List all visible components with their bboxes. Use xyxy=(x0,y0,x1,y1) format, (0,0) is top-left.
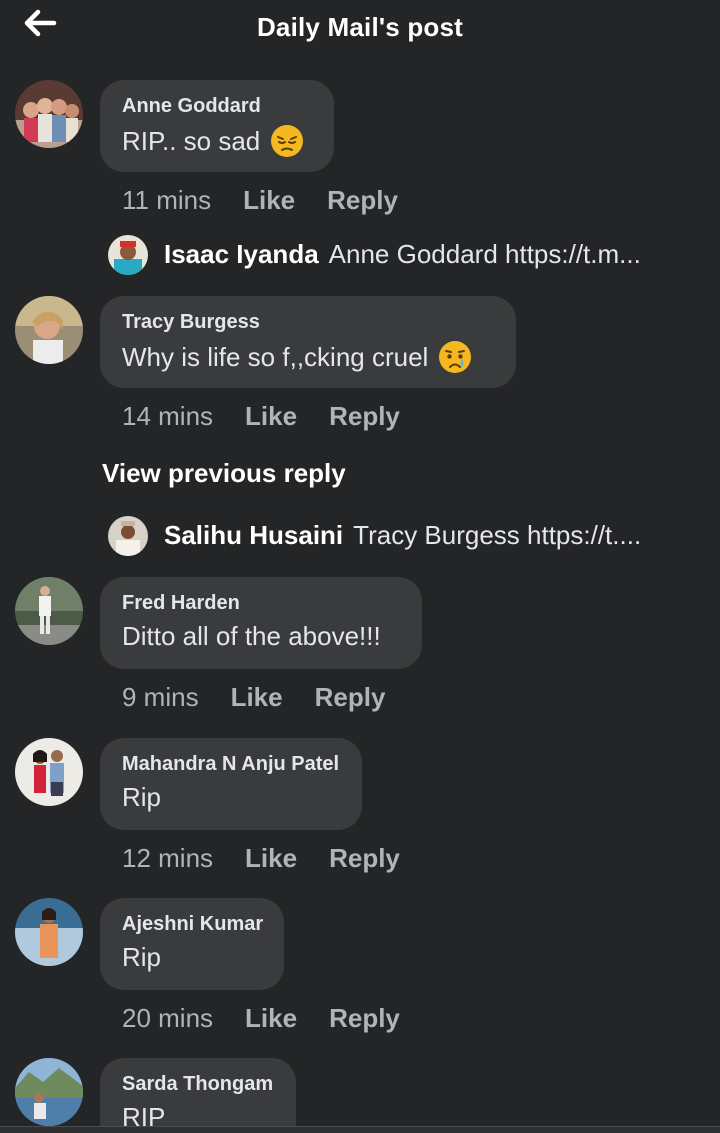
comments-screen: Daily Mail's post Anne Goddard RIP.. so … xyxy=(0,0,720,1133)
reply-preview-text: Isaac Iyanda Anne Goddard https://t.m... xyxy=(164,239,641,270)
comment-text: Rip xyxy=(122,942,262,973)
comment-text: Rip xyxy=(122,782,340,813)
top-bar: Daily Mail's post xyxy=(0,0,720,56)
avatar[interactable] xyxy=(15,296,83,364)
like-button[interactable]: Like xyxy=(243,185,295,216)
avatar[interactable] xyxy=(108,235,148,275)
comment-bubble[interactable]: Anne Goddard RIP.. so sad xyxy=(100,80,334,172)
comment-text: RIP.. so sad xyxy=(122,124,312,158)
comment-author[interactable]: Anne Goddard xyxy=(122,95,312,118)
reply-author[interactable]: Isaac Iyanda xyxy=(164,239,319,269)
bottom-edge xyxy=(0,1126,720,1133)
reply-button[interactable]: Reply xyxy=(329,843,400,874)
comment-text: Ditto all of the above!!! xyxy=(122,621,400,652)
crying-face-emoji-icon xyxy=(438,340,472,374)
comment-time: 9 mins xyxy=(122,681,199,712)
like-button[interactable]: Like xyxy=(231,682,283,713)
reply-author[interactable]: Salihu Husaini xyxy=(164,520,343,550)
reply-preview[interactable]: Isaac Iyanda Anne Goddard https://t.m... xyxy=(108,235,708,275)
comment-bubble[interactable]: Fred Harden Ditto all of the above!!! xyxy=(100,577,422,669)
like-button[interactable]: Like xyxy=(245,401,297,432)
avatar[interactable] xyxy=(108,516,148,556)
comment-text-content: Ditto all of the above!!! xyxy=(122,621,381,651)
comment-bubble[interactable]: Tracy Burgess Why is life so f,,cking cr… xyxy=(100,296,516,388)
comment-author[interactable]: Sarda Thongam xyxy=(122,1073,274,1096)
reply-preview[interactable]: Salihu Husaini Tracy Burgess https://t...… xyxy=(108,516,708,556)
comment-text-content: Rip xyxy=(122,782,162,812)
reply-button[interactable]: Reply xyxy=(329,401,400,432)
comment-actions: 12 mins Like Reply xyxy=(122,840,400,876)
comment-time: 12 mins xyxy=(122,842,214,873)
reply-button[interactable]: Reply xyxy=(315,682,386,713)
like-button[interactable]: Like xyxy=(245,1003,297,1034)
comment-actions: 20 mins Like Reply xyxy=(122,1000,400,1036)
avatar[interactable] xyxy=(15,898,83,966)
comment-author[interactable]: Ajeshni Kumar xyxy=(122,913,263,936)
comment-bubble[interactable]: Sarda Thongam RIP xyxy=(100,1058,296,1133)
avatar[interactable] xyxy=(15,577,83,645)
avatar[interactable] xyxy=(15,80,83,148)
comment-text-content: Why is life so f,,cking cruel xyxy=(122,341,429,372)
comment-text-content: Rip xyxy=(122,942,162,972)
like-button[interactable]: Like xyxy=(245,843,297,874)
comment-bubble[interactable]: Ajeshni Kumar Rip xyxy=(100,898,284,990)
reply-snippet: Anne Goddard https://t.m... xyxy=(328,239,641,269)
view-previous-reply-link[interactable]: View previous reply xyxy=(102,458,346,489)
reply-snippet: Tracy Burgess https://t.... xyxy=(353,520,642,550)
reply-preview-text: Salihu Husaini Tracy Burgess https://t...… xyxy=(164,520,641,551)
reply-button[interactable]: Reply xyxy=(327,185,398,216)
comment-time: 14 mins xyxy=(122,400,214,431)
avatar[interactable] xyxy=(15,738,83,806)
comment-text: Why is life so f,,cking cruel xyxy=(122,340,494,374)
comment-actions: 11 mins Like Reply xyxy=(122,182,398,218)
reply-button[interactable]: Reply xyxy=(329,1003,400,1034)
pensive-face-emoji-icon xyxy=(270,124,304,158)
comment-time: 11 mins xyxy=(122,184,212,215)
comment-author[interactable]: Mahandra N Anju Patel xyxy=(122,753,340,776)
comment-actions: 9 mins Like Reply xyxy=(122,679,385,715)
comment-author[interactable]: Fred Harden xyxy=(122,592,400,615)
comment-text-content: RIP.. so sad xyxy=(122,125,261,156)
page-title: Daily Mail's post xyxy=(256,12,464,42)
comment-author[interactable]: Tracy Burgess xyxy=(122,311,494,334)
comment-bubble[interactable]: Mahandra N Anju Patel Rip xyxy=(100,738,362,830)
comment-time: 20 mins xyxy=(122,1002,214,1033)
comment-actions: 14 mins Like Reply xyxy=(122,398,400,434)
avatar[interactable] xyxy=(15,1058,83,1126)
